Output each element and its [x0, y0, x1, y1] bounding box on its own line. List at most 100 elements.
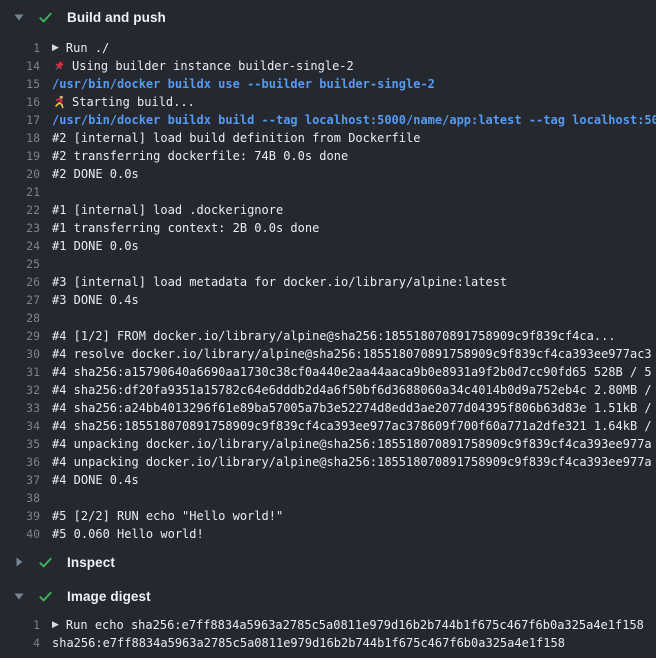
runner-emoji [52, 95, 66, 109]
log-section-build-and-push: Build and push 1 ▶ Run ./ 14 Using builder i… [0, 0, 656, 545]
log-text: #1 transferring context: 2B 0.0s done [52, 219, 319, 237]
log-text: Run ./ [66, 39, 109, 57]
line-number[interactable]: 25 [0, 255, 40, 273]
log-text: #4 [1/2] FROM docker.io/library/alpine@s… [52, 327, 616, 345]
log-lines-image-digest: 1 ▶ Run echo sha256:e7ff8834a5963a2785c5a0… [0, 613, 656, 658]
line-number[interactable]: 29 [0, 327, 40, 345]
log-viewer: Build and push 1▶Run ./14Using builder i… [0, 0, 656, 658]
line-number[interactable]: 40 [0, 525, 40, 543]
log-text: #4 unpacking docker.io/library/alpine@sh… [52, 453, 652, 471]
chevron-down-icon [13, 591, 24, 601]
log-line: 27 #3 DONE 0.4s [0, 291, 656, 309]
log-text: #1 [internal] load .dockerignore [52, 201, 283, 219]
log-text: Using builder instance builder-single-2 [72, 57, 354, 75]
check-icon [38, 10, 53, 25]
line-number[interactable]: 18 [0, 129, 40, 147]
line-number[interactable]: 31 [0, 363, 40, 381]
log-line: 26 #3 [internal] load metadata for docker… [0, 273, 656, 291]
section-header-image-digest[interactable]: Image digest [0, 579, 656, 613]
log-line: 38 [0, 489, 656, 507]
line-number[interactable]: 21 [0, 183, 40, 201]
log-line: 32 #4 sha256:df20fa9351a15782c64e6dddb2d4… [0, 381, 656, 399]
log-line: 1 ▶ Run echo sha256:e7ff8834a5963a2785c5a0… [0, 616, 656, 634]
section-header-inspect[interactable]: Inspect [0, 545, 656, 579]
log-line: 31 #4 sha256:a15790640a6690aa1730c38cf0a4… [0, 363, 656, 381]
line-number[interactable]: 24 [0, 237, 40, 255]
expand-group-icon[interactable]: ▶ [52, 616, 59, 634]
line-number[interactable]: 38 [0, 489, 40, 507]
line-number[interactable]: 37 [0, 471, 40, 489]
log-line: 33 #4 sha256:a24bb4013296f61e89ba57005a7b… [0, 399, 656, 417]
log-text: #5 0.060 Hello world! [52, 525, 204, 543]
log-text: #4 sha256:185518070891758909c9f839cf4ca3… [52, 417, 652, 435]
line-number[interactable]: 14 [0, 57, 40, 75]
log-line: 24 #1 DONE 0.0s [0, 237, 656, 255]
log-line: 18 #2 [internal] load build definition fr… [0, 129, 656, 147]
chevron-down-icon [13, 12, 24, 22]
log-line: 4sha256:e7ff8834a5963a2785c5a0811e979d16… [0, 634, 656, 652]
line-number[interactable]: 36 [0, 453, 40, 471]
log-line: 30 #4 resolve docker.io/library/alpine@sh… [0, 345, 656, 363]
line-number[interactable]: 27 [0, 291, 40, 309]
log-text: /usr/bin/docker buildx build --tag local… [52, 111, 656, 129]
line-number[interactable]: 17 [0, 111, 40, 129]
log-lines-build-and-push: 1 ▶ Run ./ 14 Using builder instance builder… [0, 34, 656, 545]
section-header-build-and-push[interactable]: Build and push [0, 0, 656, 34]
log-line: 21 [0, 183, 656, 201]
line-number[interactable]: 20 [0, 165, 40, 183]
log-line: 36 #4 unpacking docker.io/library/alpine@… [0, 453, 656, 471]
log-text: #4 sha256:a24bb4013296f61e89ba57005a7b3e… [52, 399, 652, 417]
log-text: #2 transferring dockerfile: 74B 0.0s don… [52, 147, 348, 165]
section-title: Build and push [67, 10, 166, 25]
log-section-image-digest: Image digest 1 ▶ Run echo sha256:e7ff8834a… [0, 579, 656, 658]
log-text: #2 [internal] load build definition from… [52, 129, 420, 147]
log-text: #1 DONE 0.0s [52, 237, 139, 255]
log-line: 39 #5 [2/2] RUN echo "Hello world!" [0, 507, 656, 525]
log-text: #2 DONE 0.0s [52, 165, 139, 183]
section-title: Inspect [67, 555, 115, 570]
expand-group-icon[interactable]: ▶ [52, 39, 59, 57]
line-number[interactable]: 35 [0, 435, 40, 453]
line-number[interactable]: 1 [0, 616, 40, 634]
line-number[interactable]: 34 [0, 417, 40, 435]
log-text: #3 [internal] load metadata for docker.i… [52, 273, 507, 291]
log-text: #4 sha256:df20fa9351a15782c64e6dddb2d4a6… [52, 381, 652, 399]
line-number[interactable]: 39 [0, 507, 40, 525]
log-text: Starting build... [72, 93, 195, 111]
actions-log-viewer: { "theme": { "background": "#25282e", "l… [0, 0, 656, 658]
log-line: 20 #2 DONE 0.0s [0, 165, 656, 183]
line-number[interactable]: 30 [0, 345, 40, 363]
line-number[interactable]: 4 [0, 634, 40, 652]
check-icon [38, 555, 53, 570]
line-number[interactable]: 19 [0, 147, 40, 165]
line-number[interactable]: 16 [0, 93, 40, 111]
log-line: 35 #4 unpacking docker.io/library/alpine@… [0, 435, 656, 453]
log-text: #4 unpacking docker.io/library/alpine@sh… [52, 435, 652, 453]
check-icon [38, 589, 53, 604]
log-text: #4 DONE 0.4s [52, 471, 139, 489]
log-line: 15/usr/bin/docker buildx use --builder b… [0, 75, 656, 93]
log-text: #5 [2/2] RUN echo "Hello world!" [52, 507, 283, 525]
line-number[interactable]: 23 [0, 219, 40, 237]
log-line: 37 #4 DONE 0.4s [0, 471, 656, 489]
line-number[interactable]: 1 [0, 39, 40, 57]
log-text: Run echo sha256:e7ff8834a5963a2785c5a081… [66, 616, 644, 634]
log-line: 22 #1 [internal] load .dockerignore [0, 201, 656, 219]
log-text: #4 sha256:a15790640a6690aa1730c38cf0a440… [52, 363, 652, 381]
line-number[interactable]: 28 [0, 309, 40, 327]
section-title: Image digest [67, 589, 151, 604]
log-line: 16 Starting build... [0, 93, 656, 111]
log-line: 14 Using builder instance builder-single-… [0, 57, 656, 75]
line-number[interactable]: 22 [0, 201, 40, 219]
line-number[interactable]: 15 [0, 75, 40, 93]
log-text: #3 DONE 0.4s [52, 291, 139, 309]
line-number[interactable]: 26 [0, 273, 40, 291]
line-number[interactable]: 32 [0, 381, 40, 399]
log-section-inspect: Inspect [0, 545, 656, 579]
log-line: 28 [0, 309, 656, 327]
log-line: 25 [0, 255, 656, 273]
line-number[interactable]: 33 [0, 399, 40, 417]
log-line: 17/usr/bin/docker buildx build --tag loc… [0, 111, 656, 129]
pushpin-emoji [52, 59, 66, 73]
log-text: #4 resolve docker.io/library/alpine@sha2… [52, 345, 652, 363]
